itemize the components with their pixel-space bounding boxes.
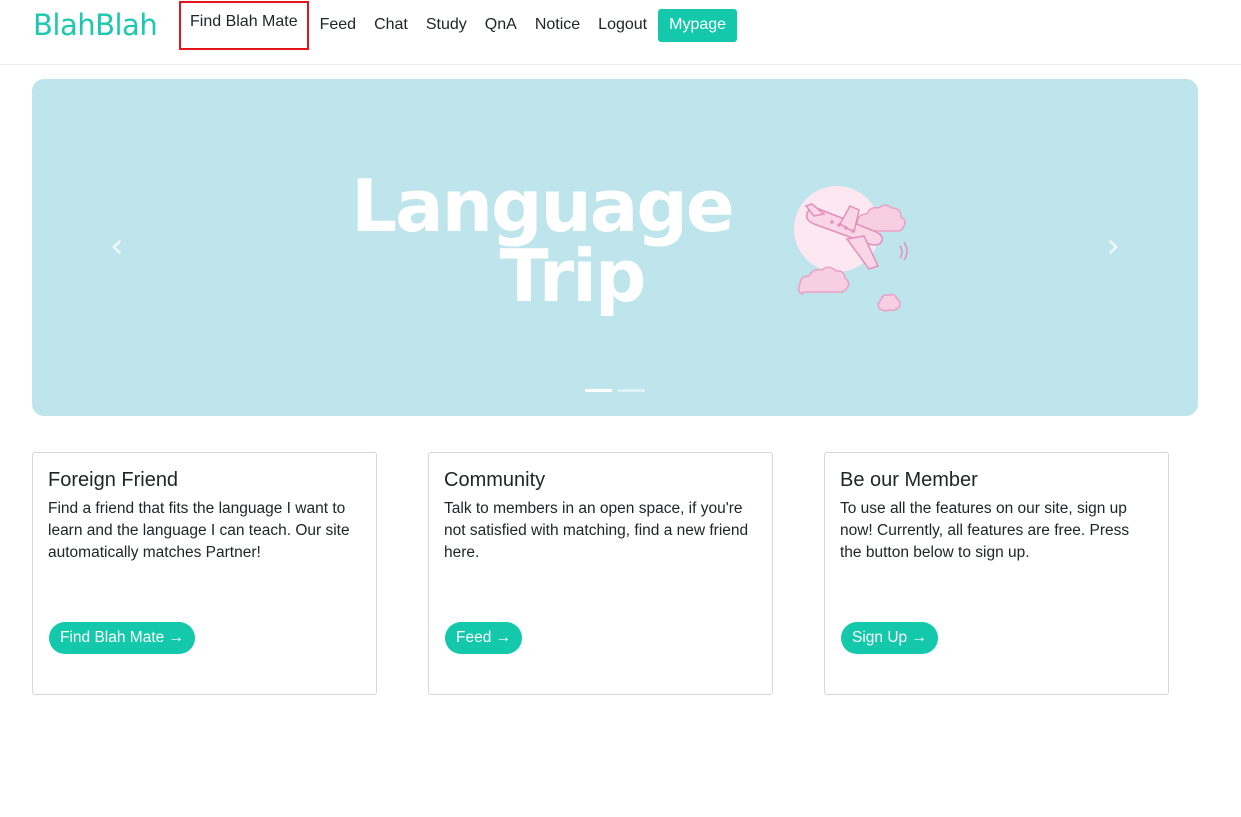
find-blah-mate-button[interactable]: Find Blah Mate → (49, 622, 196, 654)
nav-links: Find Blah Mate Feed Chat Study QnA Notic… (179, 0, 738, 50)
hero-carousel: ‹ › Language Trip (32, 79, 1198, 416)
card-title: Be our Member (840, 469, 978, 491)
sign-up-button[interactable]: Sign Up → (841, 622, 938, 654)
card-text: Find a friend that fits the language I w… (48, 500, 350, 561)
nav-notice[interactable]: Notice (526, 6, 589, 44)
card-title: Community (444, 469, 546, 491)
navbar: BlahBlah Find Blah Mate Feed Chat Study … (0, 0, 1241, 65)
brand-logo[interactable]: BlahBlah (33, 8, 158, 42)
card-text: To use all the features on our site, sig… (840, 500, 1130, 561)
hero-title-line2: Trip (499, 234, 647, 318)
nav-qna[interactable]: QnA (476, 6, 526, 44)
airplane-clouds-illustration (794, 186, 908, 312)
nav-feed[interactable]: Feed (311, 6, 365, 44)
nav-study[interactable]: Study (417, 6, 476, 44)
mypage-button[interactable]: Mypage (658, 8, 738, 42)
nav-find-blah-mate[interactable]: Find Blah Mate (179, 0, 309, 50)
card-community: Community Talk to members in an open spa… (428, 452, 773, 695)
nav-chat[interactable]: Chat (365, 6, 417, 44)
hero-title: Language Trip (342, 170, 742, 318)
card-be-our-member: Be our Member To use all the features on… (824, 452, 1169, 695)
card-foreign-friend: Foreign Friend Find a friend that fits t… (32, 452, 377, 695)
nav-logout[interactable]: Logout (589, 6, 656, 44)
card-title: Foreign Friend (48, 469, 179, 491)
card-text: Talk to members in an open space, if you… (444, 500, 749, 561)
feed-button[interactable]: Feed → (445, 622, 523, 654)
carousel-prev-icon[interactable]: ‹ (110, 229, 124, 263)
carousel-next-icon[interactable]: › (1106, 229, 1120, 263)
carousel-indicators (585, 389, 645, 392)
carousel-indicator-1[interactable] (585, 389, 612, 392)
carousel-indicator-2[interactable] (618, 389, 645, 392)
